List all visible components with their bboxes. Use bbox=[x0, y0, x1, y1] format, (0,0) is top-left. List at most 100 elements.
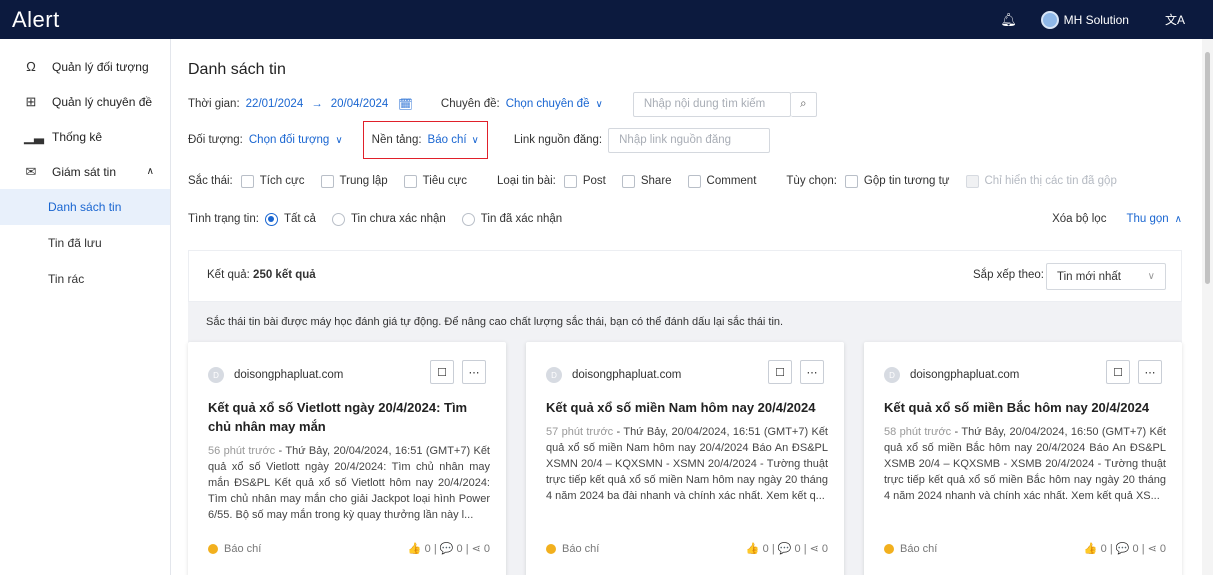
date-to[interactable]: 20/04/2024 bbox=[331, 98, 389, 110]
main-content: Danh sách tin Thời gian: 22/01/2024 → 20… bbox=[172, 39, 1202, 575]
checkbox-positive[interactable] bbox=[240, 174, 254, 188]
checkbox-share[interactable] bbox=[621, 174, 635, 188]
card-title[interactable]: Kết quả xổ số Vietlott ngày 20/4/2024: T… bbox=[208, 398, 490, 436]
date-from[interactable]: 22/01/2024 bbox=[246, 98, 304, 110]
sidebar-item-stats[interactable]: ▁▃ Thống kê bbox=[0, 119, 170, 154]
sidebar-item-monitor[interactable]: ✉ Giám sát tin ∧ bbox=[0, 154, 170, 189]
checkbox-negative[interactable] bbox=[403, 174, 417, 188]
platform-filter[interactable]: Nền tảng: Báo chí ∨ bbox=[362, 121, 488, 159]
card-title[interactable]: Kết quả xổ số miền Bắc hôm nay 20/4/2024 bbox=[884, 398, 1166, 417]
calendar-icon[interactable]: 🗓︎ bbox=[398, 97, 413, 111]
checkbox-comment[interactable] bbox=[687, 174, 701, 188]
bell-icon[interactable]: 🔔︎ bbox=[999, 12, 1019, 28]
platform-select[interactable]: Báo chí bbox=[428, 134, 467, 146]
chart-icon: ▁▃ bbox=[24, 128, 44, 144]
sidebar-item-label: Giám sát tin bbox=[52, 164, 117, 179]
bookmark-icon[interactable]: ☐ bbox=[1106, 360, 1130, 384]
sort-value: Tin mới nhất bbox=[1057, 270, 1121, 283]
more-icon[interactable]: ⋯ bbox=[462, 360, 486, 384]
sidebar-item-topics[interactable]: ⊞ Quản lý chuyên đề bbox=[0, 84, 170, 119]
checkbox-label: Post bbox=[582, 175, 606, 187]
collapse-link[interactable]: Thu gọn bbox=[1126, 213, 1168, 225]
news-card[interactable]: Ddoisongphapluat.com ☐ ⋯ Kết quả xổ số m… bbox=[526, 342, 844, 575]
card-title[interactable]: Kết quả xổ số miền Nam hôm nay 20/4/2024 bbox=[546, 398, 828, 417]
avatar[interactable] bbox=[1040, 10, 1059, 29]
page-title: Danh sách tin bbox=[188, 61, 286, 78]
chevron-up-icon: ∧ bbox=[146, 166, 154, 177]
sidebar-item-label: Quản lý chuyên đề bbox=[52, 94, 153, 109]
target-label: Đối tượng: bbox=[188, 134, 243, 146]
radio-confirmed[interactable] bbox=[461, 212, 475, 226]
radio-unconfirmed[interactable] bbox=[331, 212, 345, 226]
option-label: Tùy chọn: bbox=[786, 175, 837, 187]
checkbox-post[interactable] bbox=[563, 174, 577, 188]
mail-icon: ✉ bbox=[25, 163, 37, 179]
more-icon[interactable]: ⋯ bbox=[800, 360, 824, 384]
table-icon: ⊞ bbox=[25, 93, 37, 109]
platform-label: Nền tảng: bbox=[371, 134, 422, 146]
chevron-up-icon: ∧ bbox=[1174, 213, 1182, 225]
topic-label: Chuyên đề: bbox=[440, 98, 500, 110]
topic-select[interactable]: Chọn chuyên đề bbox=[506, 98, 590, 110]
app-logo[interactable]: Alert bbox=[12, 7, 60, 33]
platform-dot bbox=[208, 543, 218, 554]
checkbox-label: Gộp tin tương tự bbox=[863, 175, 950, 187]
checkbox-label: Share bbox=[640, 175, 672, 187]
radio-label: Tất cả bbox=[283, 213, 316, 225]
card-stats: 👍 0 | 💬 0 | ⋖ 0 bbox=[407, 543, 490, 555]
news-card[interactable]: Ddoisongphapluat.com ☐ ⋯ Kết quả xổ số m… bbox=[864, 342, 1182, 575]
results-header: Kết quả: 250 kết quả Sắp xếp theo: Tin m… bbox=[188, 250, 1182, 302]
platform-dot bbox=[546, 543, 556, 554]
card-source: Ddoisongphapluat.com bbox=[208, 367, 343, 383]
sidebar-item-objects[interactable]: Ω Quản lý đối tượng bbox=[0, 49, 170, 84]
radio-all[interactable] bbox=[264, 212, 278, 226]
top-bar: Alert 🔔︎ MH Solution 文A bbox=[0, 0, 1213, 39]
scrollbar-thumb[interactable] bbox=[1205, 52, 1210, 284]
checkbox-label: Tiêu cực bbox=[422, 175, 468, 187]
card-stats: 👍 0 | 💬 0 | ⋖ 0 bbox=[1083, 543, 1166, 555]
card-body: 58 phút trước - Thứ Bảy, 20/04/2024, 16:… bbox=[884, 426, 1166, 502]
source-icon: D bbox=[884, 367, 900, 383]
checkbox-neutral[interactable] bbox=[320, 174, 334, 188]
sentiment-note: Sắc thái tin bài được máy học đánh giá t… bbox=[206, 316, 784, 328]
card-platform: Báo chí bbox=[224, 542, 262, 555]
clear-filter-link[interactable]: Xóa bộ lọc bbox=[1052, 213, 1106, 225]
checkbox-label: Comment bbox=[706, 175, 757, 187]
platform-dot bbox=[884, 543, 894, 554]
card-body: 57 phút trước - Thứ Bảy, 20/04/2024, 16:… bbox=[546, 426, 828, 502]
more-icon[interactable]: ⋯ bbox=[1138, 360, 1162, 384]
source-icon: D bbox=[546, 367, 562, 383]
sort-select[interactable]: Tin mới nhất ∨ bbox=[1046, 263, 1166, 290]
sidebar-sub-saved[interactable]: Tin đã lưu bbox=[0, 225, 170, 261]
translate-icon[interactable]: 文A bbox=[1165, 11, 1185, 28]
chevron-down-icon: ∨ bbox=[595, 98, 603, 110]
user-icon: Ω bbox=[26, 59, 36, 74]
card-platform: Báo chí bbox=[900, 542, 938, 555]
link-input[interactable]: Nhập link nguồn đăng bbox=[608, 127, 771, 153]
radio-label: Tin chưa xác nhận bbox=[350, 213, 446, 225]
sidebar-sub-news-list[interactable]: Danh sách tin bbox=[0, 189, 170, 225]
filter-row-sentiment: Sắc thái: Tích cực Trung lập Tiêu cực Lo… bbox=[188, 173, 1117, 189]
sidebar-sub-trash[interactable]: Tin rác bbox=[0, 261, 170, 297]
results-count: Kết quả: 250 kết quả bbox=[207, 269, 316, 281]
radio-label: Tin đã xác nhận bbox=[480, 213, 563, 225]
chevron-down-icon: ∨ bbox=[471, 134, 479, 146]
sidebar-item-label: Quản lý đối tượng bbox=[52, 59, 149, 74]
bookmark-icon[interactable]: ☐ bbox=[768, 360, 792, 384]
chevron-down-icon: ∨ bbox=[1147, 271, 1155, 282]
user-name[interactable]: MH Solution bbox=[1064, 13, 1129, 27]
chevron-down-icon: ∨ bbox=[335, 134, 343, 146]
sidebar: Ω Quản lý đối tượng ⊞ Quản lý chuyên đề … bbox=[0, 39, 171, 575]
search-input[interactable]: Nhập nội dung tìm kiếm bbox=[632, 91, 791, 117]
checkbox-group-similar[interactable] bbox=[844, 174, 858, 188]
arrow-right-icon: → bbox=[311, 98, 323, 110]
target-select[interactable]: Chọn đối tượng bbox=[249, 134, 329, 146]
bookmark-icon[interactable]: ☐ bbox=[430, 360, 454, 384]
sentiment-label: Sắc thái: bbox=[188, 175, 233, 187]
checkbox-merged-only[interactable] bbox=[965, 174, 979, 188]
source-icon: D bbox=[208, 367, 224, 383]
search-icon[interactable]: ⌕ bbox=[790, 91, 817, 117]
card-footer: Báo chí 👍 0 | 💬 0 | ⋖ 0 bbox=[884, 542, 1166, 555]
news-card[interactable]: Ddoisongphapluat.com ☐ ⋯ Kết quả xổ số V… bbox=[188, 342, 506, 575]
link-label: Link nguồn đăng: bbox=[513, 134, 603, 146]
